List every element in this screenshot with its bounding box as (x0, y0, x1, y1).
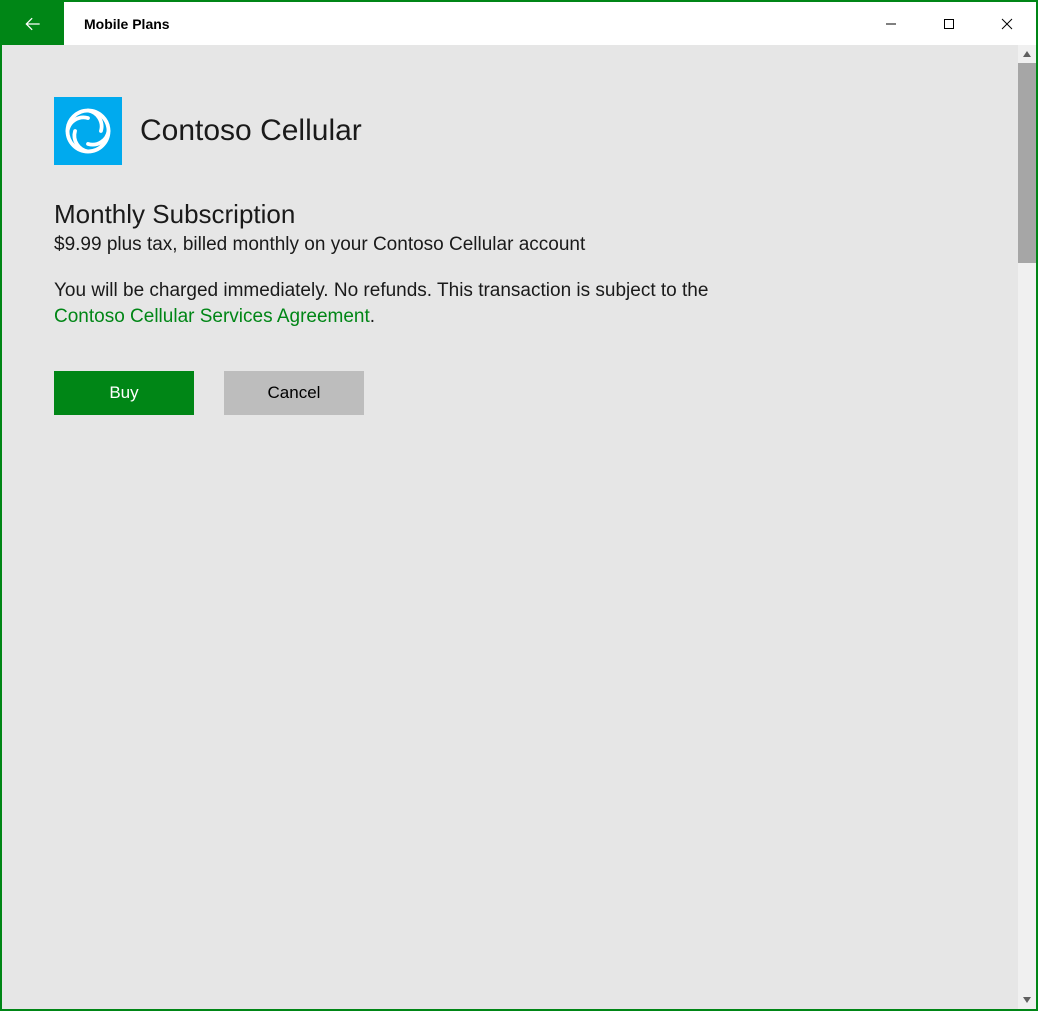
services-agreement-link[interactable]: Contoso Cellular Services Agreement (54, 306, 370, 327)
back-button[interactable] (2, 2, 64, 45)
disclaimer-text: You will be charged immediately. No refu… (54, 278, 714, 329)
close-button[interactable] (978, 2, 1036, 45)
disclaimer-after: . (370, 306, 375, 327)
minimize-icon (885, 18, 897, 30)
button-row: Buy Cancel (54, 371, 966, 415)
close-icon (1001, 18, 1013, 30)
vertical-scrollbar[interactable] (1018, 45, 1036, 1009)
content-area: Contoso Cellular Monthly Subscription $9… (2, 45, 1018, 1009)
brand-name: Contoso Cellular (140, 114, 362, 148)
arrow-left-icon (23, 14, 43, 34)
disclaimer-before: You will be charged immediately. No refu… (54, 280, 708, 301)
titlebar: Mobile Plans (2, 2, 1036, 45)
window-controls (862, 2, 1036, 45)
scroll-down-button[interactable] (1018, 991, 1036, 1009)
scroll-up-button[interactable] (1018, 45, 1036, 63)
chevron-up-icon (1022, 49, 1032, 59)
app-window: Mobile Plans (0, 0, 1038, 1011)
content-wrapper: Contoso Cellular Monthly Subscription $9… (2, 45, 1036, 1009)
maximize-button[interactable] (920, 2, 978, 45)
brand-logo (54, 97, 122, 165)
chevron-down-icon (1022, 995, 1032, 1005)
buy-button[interactable]: Buy (54, 371, 194, 415)
swirl-icon (61, 104, 115, 158)
minimize-button[interactable] (862, 2, 920, 45)
brand-header: Contoso Cellular (54, 97, 966, 165)
scroll-thumb[interactable] (1018, 63, 1036, 263)
window-title: Mobile Plans (64, 2, 862, 45)
maximize-icon (943, 18, 955, 30)
plan-price-line: $9.99 plus tax, billed monthly on your C… (54, 234, 966, 256)
plan-title: Monthly Subscription (54, 199, 966, 230)
cancel-button[interactable]: Cancel (224, 371, 364, 415)
